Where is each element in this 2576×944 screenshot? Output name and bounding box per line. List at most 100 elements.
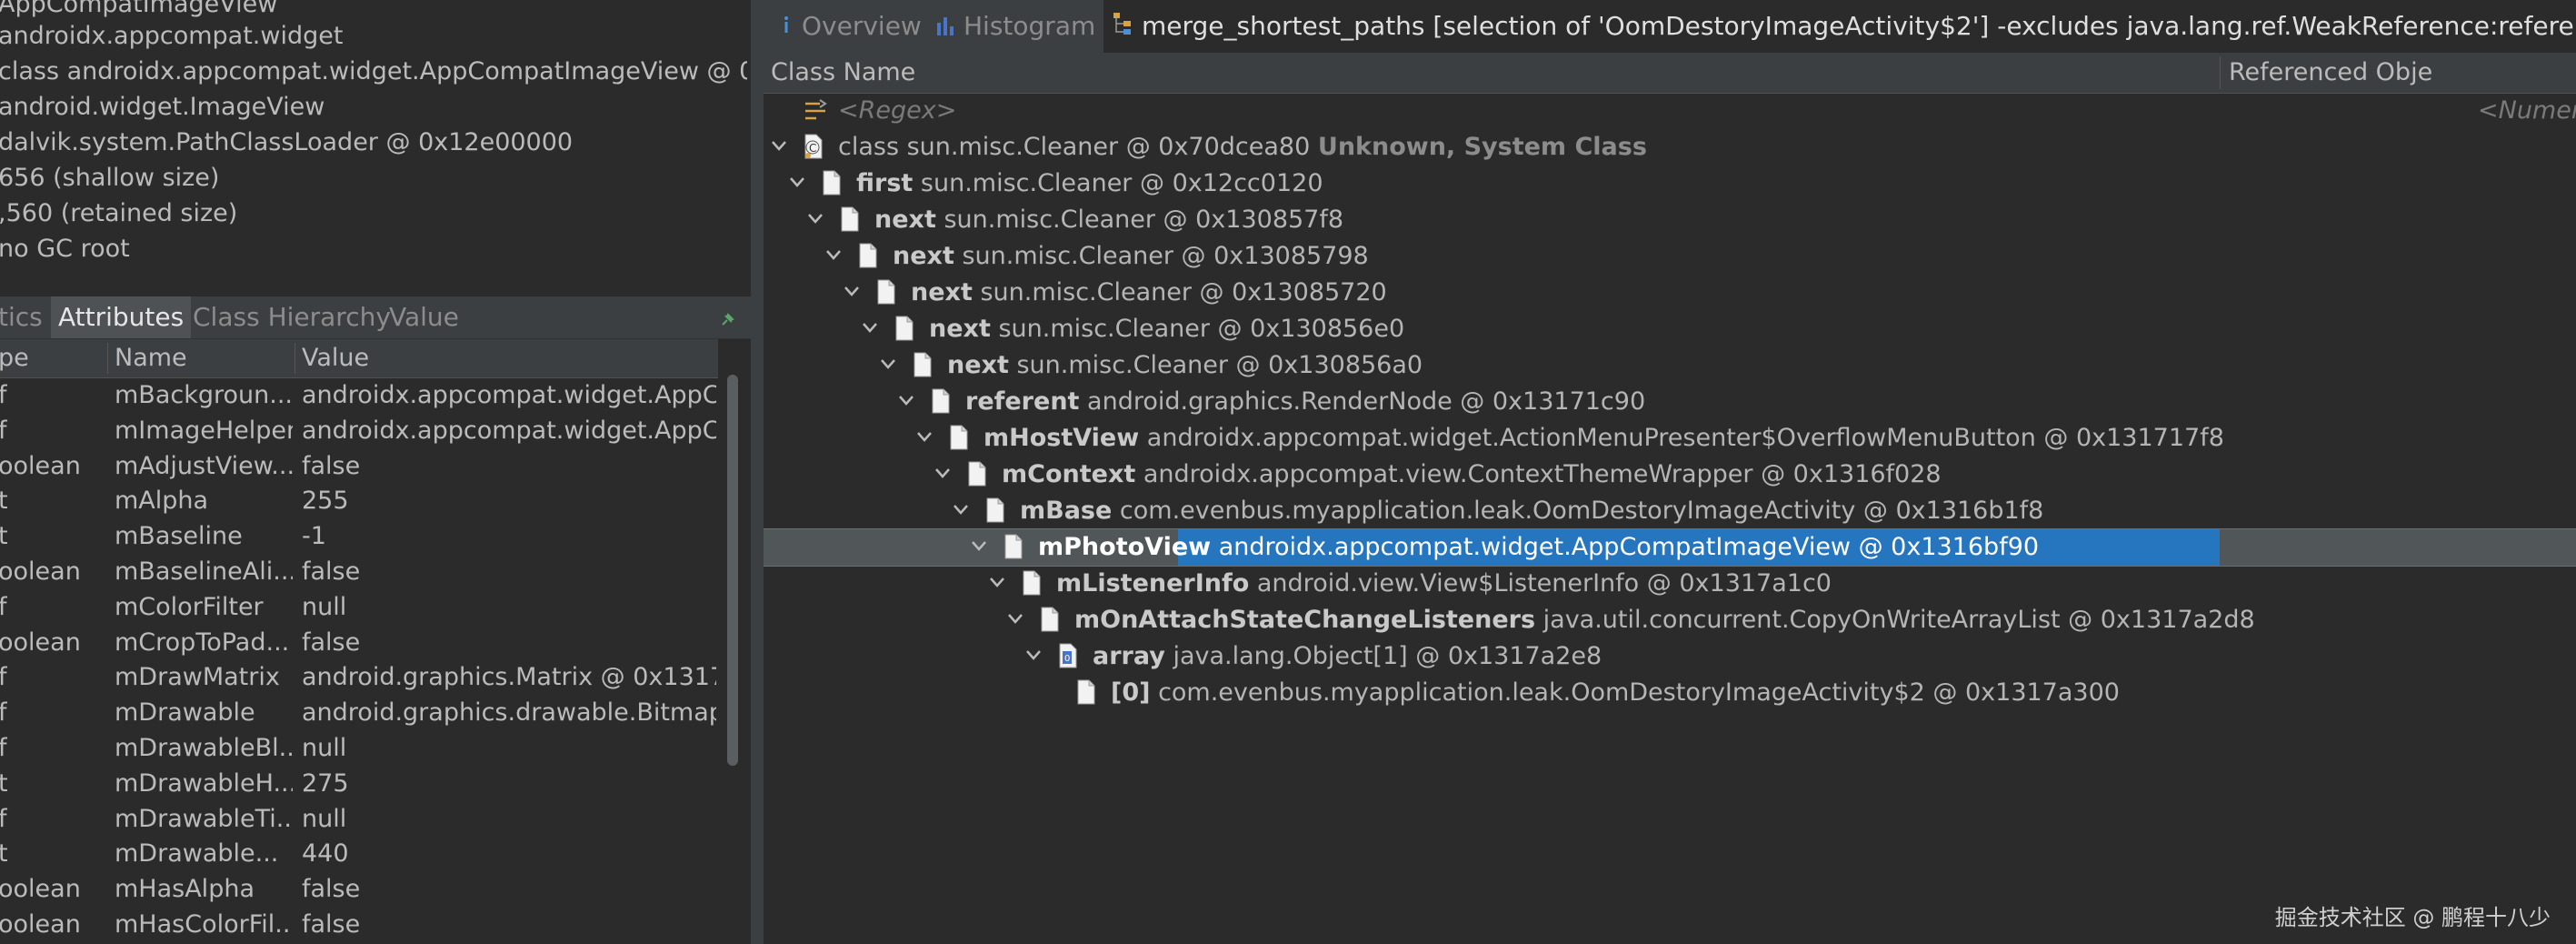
tab-value[interactable]: Value <box>389 296 459 338</box>
chevron-down-icon[interactable] <box>1023 638 1045 675</box>
tree-row[interactable]: [0] com.evenbus.myapplication.leak.OomDe… <box>764 675 2576 711</box>
attribute-row[interactable]: t mAlpha 255 <box>0 484 718 519</box>
info-line: dalvik.system.PathClassLoader @ 0x12e000… <box>0 128 574 156</box>
tree-row[interactable]: next sun.misc.Cleaner @ 0x130857f8 <box>764 202 2576 238</box>
chevron-down-icon[interactable] <box>805 202 827 238</box>
chevron-down-icon[interactable] <box>824 238 845 275</box>
object-icon <box>1040 607 1060 632</box>
regex-filter-input[interactable]: <Regex> <box>838 93 956 129</box>
tree-row[interactable]: next sun.misc.Cleaner @ 0x13085720 <box>764 275 2576 311</box>
attribute-row[interactable]: f mColorFilter null <box>0 590 718 626</box>
attribute-row[interactable]: t mDrawable... 440 <box>0 837 718 872</box>
chevron-down-icon[interactable] <box>878 347 900 384</box>
chevron-down-icon[interactable] <box>987 566 1009 602</box>
attribute-row[interactable]: f mBackgroun... androidx.appcompat.widget.… <box>0 378 718 414</box>
attribute-row[interactable]: oolean mHasAlpha false <box>0 872 718 908</box>
pane-splitter[interactable] <box>751 0 764 944</box>
column-type[interactable]: pe <box>0 339 98 377</box>
tree-row[interactable]: Cclass sun.misc.Cleaner @ 0x70dcea80 Unk… <box>764 129 2576 166</box>
tab-overview-label: Overview <box>802 11 922 41</box>
attribute-type: t <box>0 522 8 551</box>
tree-node-label: mPhotoView androidx.appcompat.widget.App… <box>1038 529 2039 566</box>
chevron-down-icon[interactable] <box>1005 602 1027 638</box>
attribute-row[interactable]: oolean mHasColorFil... false <box>0 908 718 943</box>
tab-class-hierarchy[interactable]: Class Hierarchy <box>193 296 391 338</box>
tab-attributes[interactable]: Attributes <box>51 296 192 338</box>
chevron-down-icon[interactable] <box>933 457 954 493</box>
attribute-name: mCropToPad... <box>115 628 290 657</box>
tree-node-label: mHostView androidx.appcompat.widget.Acti… <box>983 420 2224 457</box>
vertical-scrollbar[interactable] <box>727 375 738 766</box>
info-line: androidx.appcompat.widget <box>0 22 344 50</box>
object-address: androidx.appcompat.view.ContextThemeWrap… <box>1143 460 1942 488</box>
object-icon <box>967 461 987 487</box>
object-icon <box>1022 570 1042 596</box>
chevron-down-icon[interactable] <box>914 420 936 457</box>
chevron-down-icon[interactable] <box>769 129 791 166</box>
chevron-down-icon[interactable] <box>951 493 973 529</box>
tree-row[interactable]: mListenerInfo android.view.View$Listener… <box>764 566 2576 602</box>
field-name: referent <box>965 387 1080 416</box>
attribute-row[interactable]: oolean mCropToPad... false <box>0 626 718 661</box>
tree-node-label: referent android.graphics.RenderNode @ 0… <box>965 384 1645 420</box>
numeric-filter-input[interactable]: <Numeric <box>2478 93 2576 129</box>
tree-row[interactable]: referent android.graphics.RenderNode @ 0… <box>764 384 2576 420</box>
column-value[interactable]: Value <box>302 339 711 377</box>
object-address: android.view.View$ListenerInfo @ 0x1317a… <box>1256 569 1832 598</box>
chevron-down-icon[interactable] <box>896 384 918 420</box>
column-divider[interactable] <box>107 343 108 374</box>
attribute-value: null <box>302 804 347 833</box>
tree-row[interactable]: next sun.misc.Cleaner @ 0x130856a0 <box>764 347 2576 384</box>
attribute-type: f <box>0 416 7 445</box>
attribute-type: oolean <box>0 909 81 939</box>
chevron-down-icon[interactable] <box>787 166 809 202</box>
attribute-name: mAlpha <box>115 487 209 516</box>
watermark: 掘金技术社区 @ 鹏程十八少 <box>2274 905 2551 930</box>
attribute-row[interactable]: f mImageHelper androidx.appcompat.widget.A… <box>0 414 718 449</box>
tree-row[interactable]: mOnAttachStateChangeListeners java.util.… <box>764 602 2576 638</box>
column-name[interactable]: Name <box>115 339 296 377</box>
tab-statics[interactable]: tics <box>0 296 43 338</box>
svg-text:0: 0 <box>1064 654 1070 664</box>
tree-row[interactable]: 0 array java.lang.Object[1] @ 0x1317a2e8 <box>764 638 2576 675</box>
column-referenced-objects[interactable]: Referenced Obje <box>2229 53 2576 93</box>
attribute-row[interactable]: oolean mBaselineAli... false <box>0 555 718 590</box>
object-address: sun.misc.Cleaner @ 0x130856a0 <box>1016 351 1423 379</box>
attribute-row[interactable]: t mDrawableH... 275 <box>0 767 718 802</box>
attribute-row[interactable]: t mBaseline -1 <box>0 519 718 555</box>
attribute-row[interactable]: f mDrawableTi... null <box>0 802 718 838</box>
object-icon <box>876 279 896 305</box>
svg-text:C: C <box>809 142 816 155</box>
tree-row[interactable]: mContext androidx.appcompat.view.Context… <box>764 457 2576 493</box>
attribute-row[interactable]: f mDrawable android.graphics.drawable.Bitm… <box>0 696 718 731</box>
column-class-name[interactable]: Class Name <box>771 53 1589 93</box>
pin-icon[interactable] <box>720 306 734 326</box>
tree-row[interactable]: first sun.misc.Cleaner @ 0x12cc0120 <box>764 166 2576 202</box>
object-icon <box>985 497 1005 523</box>
paths-table-header: Class Name Referenced Obje <box>764 53 2576 94</box>
column-divider[interactable] <box>2220 56 2221 89</box>
tab-histogram[interactable]: Histogram <box>936 0 1095 53</box>
attribute-type: f <box>0 592 7 621</box>
paths-pane: Overview Histogram merge_shortest_paths … <box>764 0 2576 944</box>
attribute-value: 440 <box>302 839 349 869</box>
attribute-row[interactable]: f mDrawMatrix android.graphics.Matrix @ 0x… <box>0 660 718 696</box>
attribute-name: mDrawableBl... <box>115 733 293 762</box>
tab-merge-shortest-paths[interactable]: merge_shortest_paths [selection of 'OomD… <box>1103 0 2576 53</box>
tree-row[interactable]: mBase com.evenbus.myapplication.leak.Oom… <box>764 493 2576 529</box>
object-address: androidx.appcompat.widget.AppCompatImage… <box>1218 533 2040 561</box>
chevron-down-icon[interactable] <box>842 275 864 311</box>
array-icon: 0 <box>1058 643 1078 668</box>
object-address: class sun.misc.Cleaner @ 0x70dcea80 <box>838 133 1311 161</box>
attribute-value: null <box>302 592 347 621</box>
tree-row[interactable]: mHostView androidx.appcompat.widget.Acti… <box>764 420 2576 457</box>
tree-row[interactable]: next sun.misc.Cleaner @ 0x13085798 <box>764 238 2576 275</box>
tree-row[interactable]: mPhotoView androidx.appcompat.widget.App… <box>764 528 2576 567</box>
chevron-down-icon[interactable] <box>969 529 991 566</box>
tab-overview[interactable]: Overview <box>780 0 922 53</box>
attribute-row[interactable]: oolean mAdjustView... false <box>0 449 718 485</box>
attribute-name: mDrawableTi... <box>115 804 293 833</box>
attribute-row[interactable]: f mDrawableBl... null <box>0 731 718 767</box>
tree-row[interactable]: next sun.misc.Cleaner @ 0x130856e0 <box>764 311 2576 347</box>
chevron-down-icon[interactable] <box>860 311 882 347</box>
